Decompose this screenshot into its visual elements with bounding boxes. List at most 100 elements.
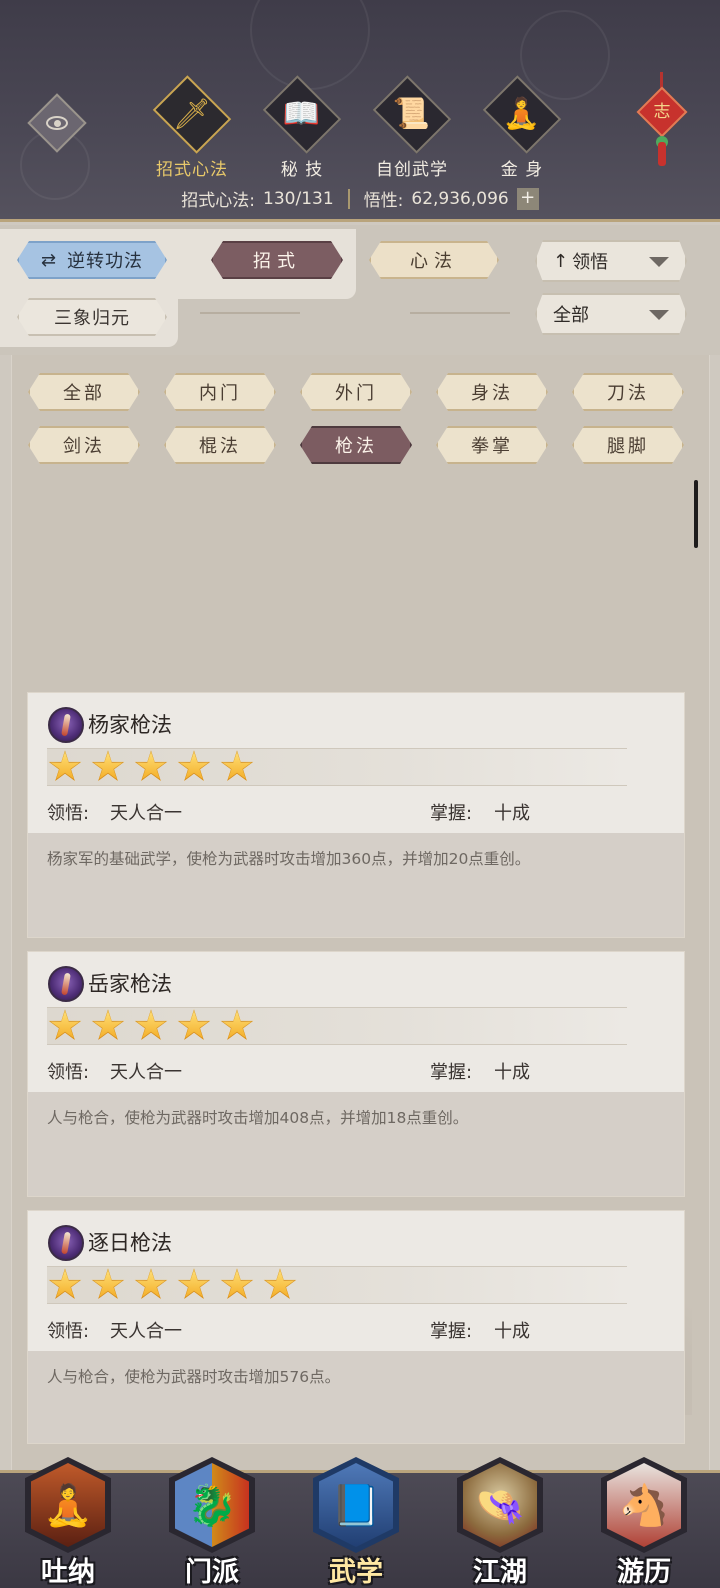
category-leg[interactable]: 腿脚 <box>572 426 684 464</box>
star-rating <box>47 748 627 786</box>
straw-hat-icon: 👒 <box>463 1463 537 1547</box>
sort-value: 领悟 <box>572 252 609 273</box>
mastery-label: 掌握: <box>430 1321 473 1342</box>
skill-card[interactable]: 人与枪合，使枪为武器时攻击增加576点。 逐日枪法 领悟: 天人合一 掌握: 十… <box>27 1210 685 1444</box>
meditation-icon: 🧘 <box>503 96 541 132</box>
tab-self-created[interactable]: 📜 自创武学 <box>366 75 458 180</box>
star-icon <box>134 1268 168 1299</box>
nav-martial-arts[interactable]: 📘 武学 <box>306 1451 406 1588</box>
mastery-value: 十成 <box>494 1062 530 1083</box>
star-icon <box>220 750 254 781</box>
martial-book-icon: 📘 <box>319 1463 393 1547</box>
divider-right <box>410 312 510 314</box>
category-outer[interactable]: 外门 <box>300 373 412 411</box>
stats-bar: 招式心法: 130/131 悟性: 62,936,096 + <box>0 186 720 211</box>
star-rating <box>47 1266 627 1304</box>
mastery-label: 掌握: <box>430 1062 473 1083</box>
tab-label: 金 身 <box>500 160 544 180</box>
star-icon <box>91 750 125 781</box>
insight-label: 领悟: <box>47 1062 90 1083</box>
category-all[interactable]: 全部 <box>28 373 140 411</box>
star-icon <box>177 1009 211 1040</box>
nav-breathing[interactable]: 🧘 吐纳 <box>18 1451 118 1588</box>
category-movement[interactable]: 身法 <box>436 373 548 411</box>
tab-secret-skills[interactable]: 📖 秘 技 <box>256 75 348 180</box>
filter-mind-button[interactable]: 心法 <box>369 241 499 279</box>
spear-icon <box>48 707 84 743</box>
skill-name: 逐日枪法 <box>88 1231 172 1255</box>
star-icon <box>91 1268 125 1299</box>
category-staff[interactable]: 棍法 <box>164 426 276 464</box>
reverse-label: 逆转功法 <box>67 251 144 272</box>
divider-left <box>200 312 300 314</box>
spear-icon <box>48 966 84 1002</box>
category-sword[interactable]: 剑法 <box>28 426 140 464</box>
reverse-skill-button[interactable]: ⇄ 逆转功法 <box>17 241 167 279</box>
mastery-label: 掌握: <box>430 803 473 824</box>
star-icon <box>263 1268 297 1299</box>
star-rating <box>47 1007 627 1045</box>
star-icon <box>177 1268 211 1299</box>
moves-label: 招式心法: <box>181 191 256 211</box>
insight-value: 62,936,096 <box>411 188 509 209</box>
nav-label: 江湖 <box>473 1557 527 1588</box>
nav-sect[interactable]: 🐉 门派 <box>162 1451 262 1588</box>
horse-icon: 🐴 <box>607 1463 681 1547</box>
mastery-value: 十成 <box>494 1321 530 1342</box>
nav-label: 游历 <box>617 1557 671 1588</box>
insight-value: 天人合一 <box>110 1321 182 1342</box>
star-icon <box>48 1009 82 1040</box>
skill-name: 杨家枪法 <box>88 713 172 737</box>
sect-banner-icon: 🐉 <box>175 1463 249 1547</box>
star-icon <box>48 1268 82 1299</box>
scope-dropdown[interactable]: 全部 <box>535 293 687 335</box>
book-icon: 📖 <box>283 96 321 132</box>
star-icon <box>220 1268 254 1299</box>
star-icon <box>134 1009 168 1040</box>
mastery-value: 十成 <box>494 803 530 824</box>
star-icon <box>48 750 82 781</box>
sword-icon: 🗡 <box>172 96 212 132</box>
insight-label: 领悟: <box>47 1321 90 1342</box>
skill-name: 岳家枪法 <box>88 972 172 996</box>
swap-icon: ⇄ <box>40 249 58 271</box>
filter-moves-button[interactable]: 招式 <box>211 241 343 279</box>
category-blade[interactable]: 刀法 <box>572 373 684 411</box>
scope-value: 全部 <box>553 305 589 326</box>
eye-icon <box>46 116 68 130</box>
nav-label: 武学 <box>329 1557 383 1588</box>
tab-golden-body[interactable]: 🧘 金 身 <box>476 75 568 180</box>
skill-description: 人与枪合，使枪为武器时攻击增加408点，并增加18点重创。 <box>47 1109 469 1127</box>
star-icon <box>177 750 211 781</box>
skill-card[interactable]: 人与枪合，使枪为武器时攻击增加408点，并增加18点重创。 岳家枪法 领悟: 天… <box>27 951 685 1197</box>
star-icon <box>134 750 168 781</box>
tab-moves-mind[interactable]: 🗡 招式心法 <box>146 75 238 180</box>
category-fist[interactable]: 拳掌 <box>436 426 548 464</box>
moves-value: 130/131 <box>263 188 334 209</box>
top-header: 🗡 招式心法 📖 秘 技 📜 自创武学 🧘 金 身 志 招式心法: 130/13… <box>0 0 720 222</box>
skill-description: 人与枪合，使枪为武器时攻击增加576点。 <box>47 1368 341 1386</box>
sanxiang-button[interactable]: 三象归元 <box>17 298 167 336</box>
insight-value: 天人合一 <box>110 803 182 824</box>
nav-jianghu[interactable]: 👒 江湖 <box>450 1451 550 1588</box>
star-icon <box>220 1009 254 1040</box>
insight-label: 领悟: <box>47 803 90 824</box>
nav-travel[interactable]: 🐴 游历 <box>594 1451 694 1588</box>
star-icon <box>91 1009 125 1040</box>
chinese-knot-button[interactable]: 志 <box>632 72 692 177</box>
scrollbar[interactable] <box>694 480 698 548</box>
category-inner[interactable]: 内门 <box>164 373 276 411</box>
moves-label: 招式 <box>253 251 301 272</box>
insight-value: 天人合一 <box>110 1062 182 1083</box>
arrow-up-icon: ↑ <box>553 250 569 272</box>
sort-dropdown[interactable]: ↑ 领悟 <box>535 240 687 282</box>
scroll-icon: 📜 <box>393 96 431 132</box>
knot-char: 志 <box>653 102 671 122</box>
nav-label: 吐纳 <box>41 1557 95 1588</box>
skill-card[interactable]: 杨家军的基础武学，使枪为武器时攻击增加360点，并增加20点重创。 杨家枪法 领… <box>27 692 685 938</box>
chevron-down-icon <box>649 257 669 267</box>
add-insight-button[interactable]: + <box>516 187 539 210</box>
category-spear[interactable]: 枪法 <box>300 426 412 464</box>
tab-label: 自创武学 <box>376 160 448 180</box>
spear-icon <box>48 1225 84 1261</box>
